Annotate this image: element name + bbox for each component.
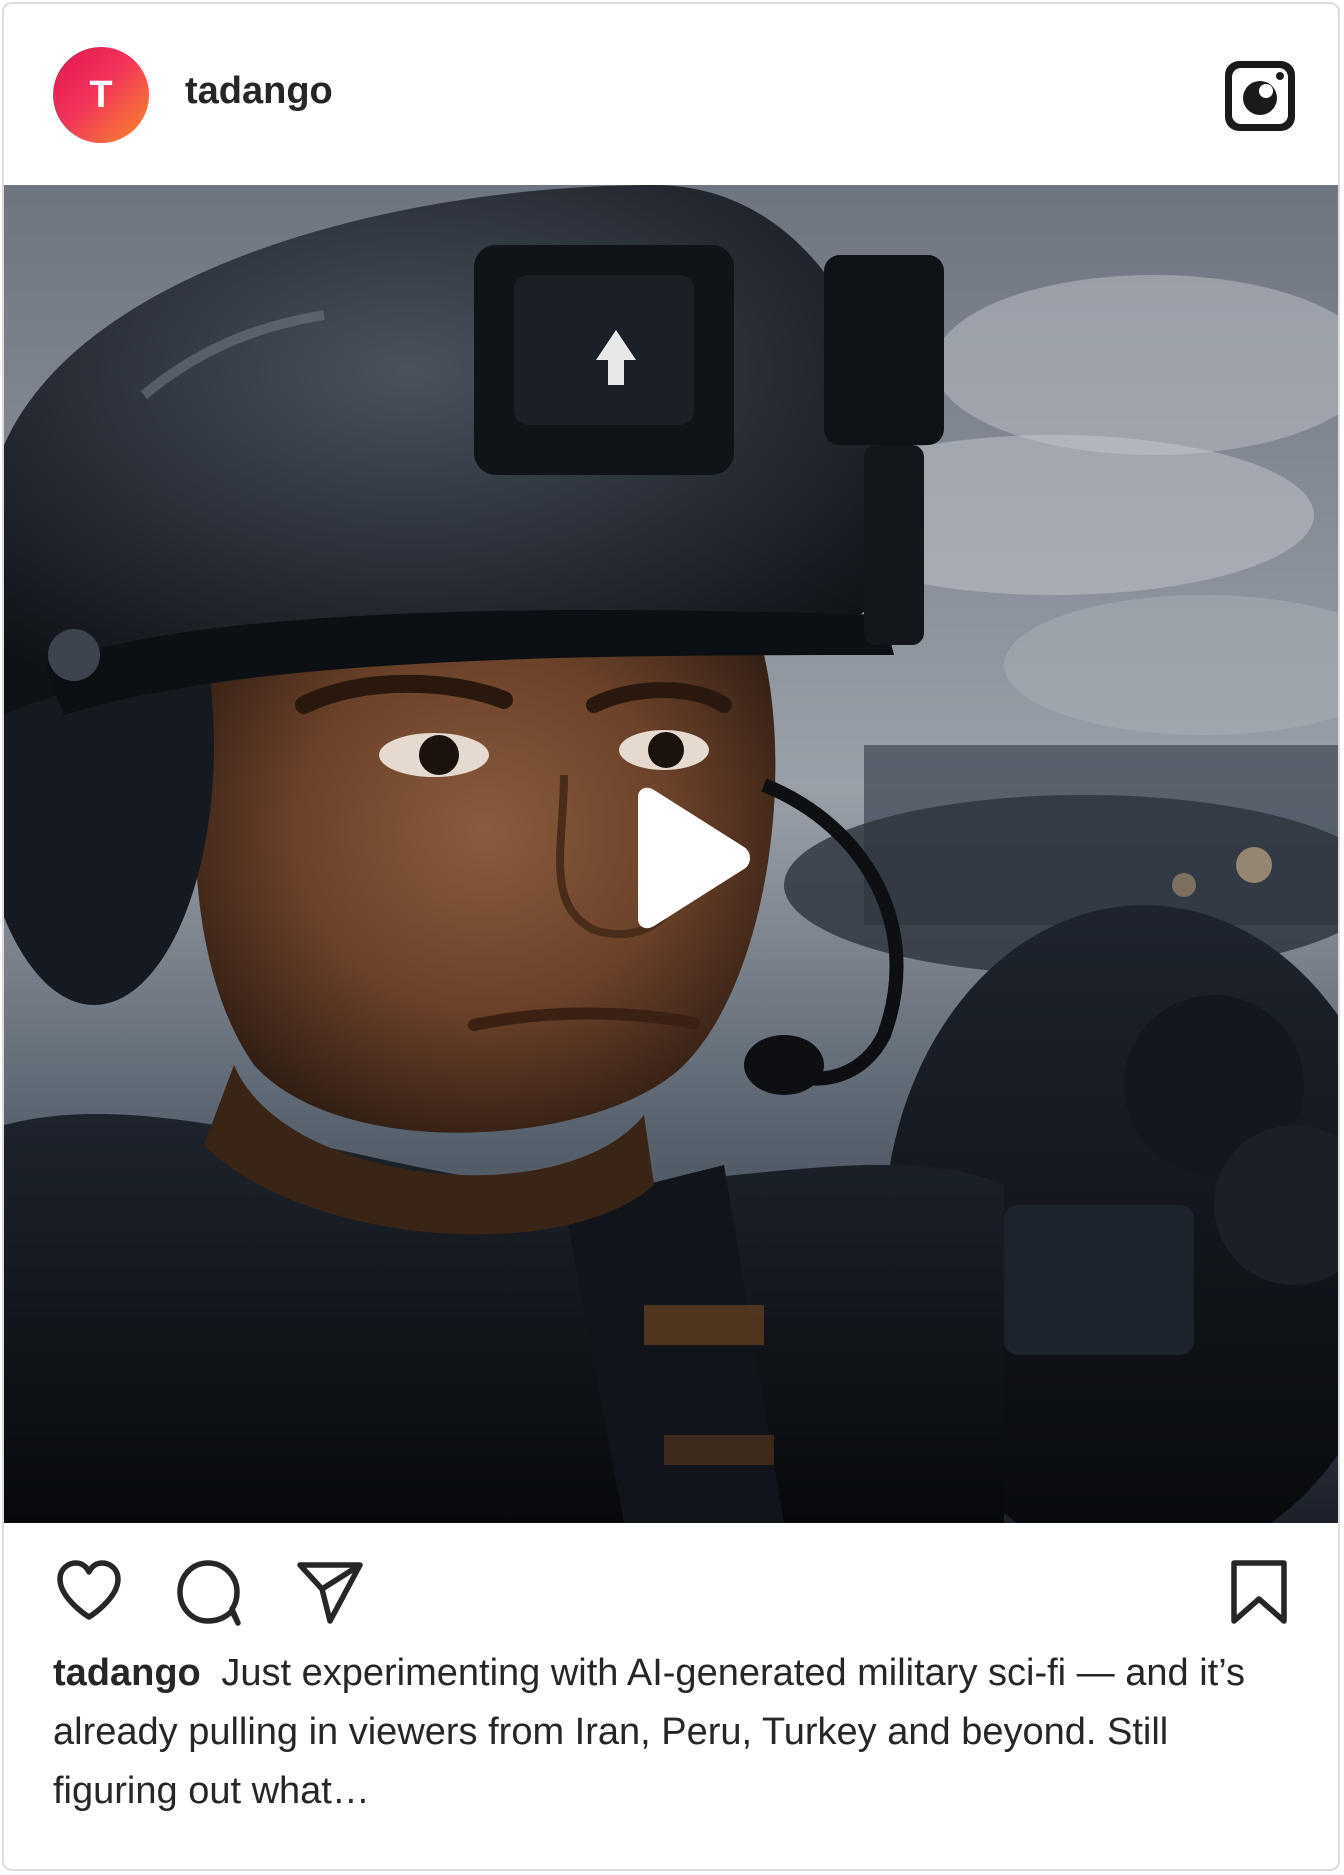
comment-icon[interactable]: [174, 1557, 244, 1627]
play-icon[interactable]: [614, 785, 764, 935]
post-caption: tadango Just experimenting with AI-gener…: [53, 1644, 1303, 1821]
post-card: T tadango tadango Just experimenting wit…: [2, 2, 1340, 1871]
post-header: T tadango: [4, 4, 1338, 184]
post-username[interactable]: tadango: [185, 70, 333, 113]
heart-icon[interactable]: [54, 1557, 124, 1627]
action-bar: [4, 1523, 1338, 1653]
instagram-icon[interactable]: [1222, 58, 1298, 134]
caption-username[interactable]: tadango: [53, 1652, 201, 1694]
avatar-initial: T: [89, 73, 113, 116]
post-video[interactable]: [4, 185, 1338, 1523]
avatar[interactable]: T: [53, 47, 149, 143]
caption-text: Just experimenting with AI-generated mil…: [53, 1652, 1245, 1812]
bookmark-icon[interactable]: [1224, 1557, 1294, 1627]
send-icon[interactable]: [294, 1557, 364, 1627]
